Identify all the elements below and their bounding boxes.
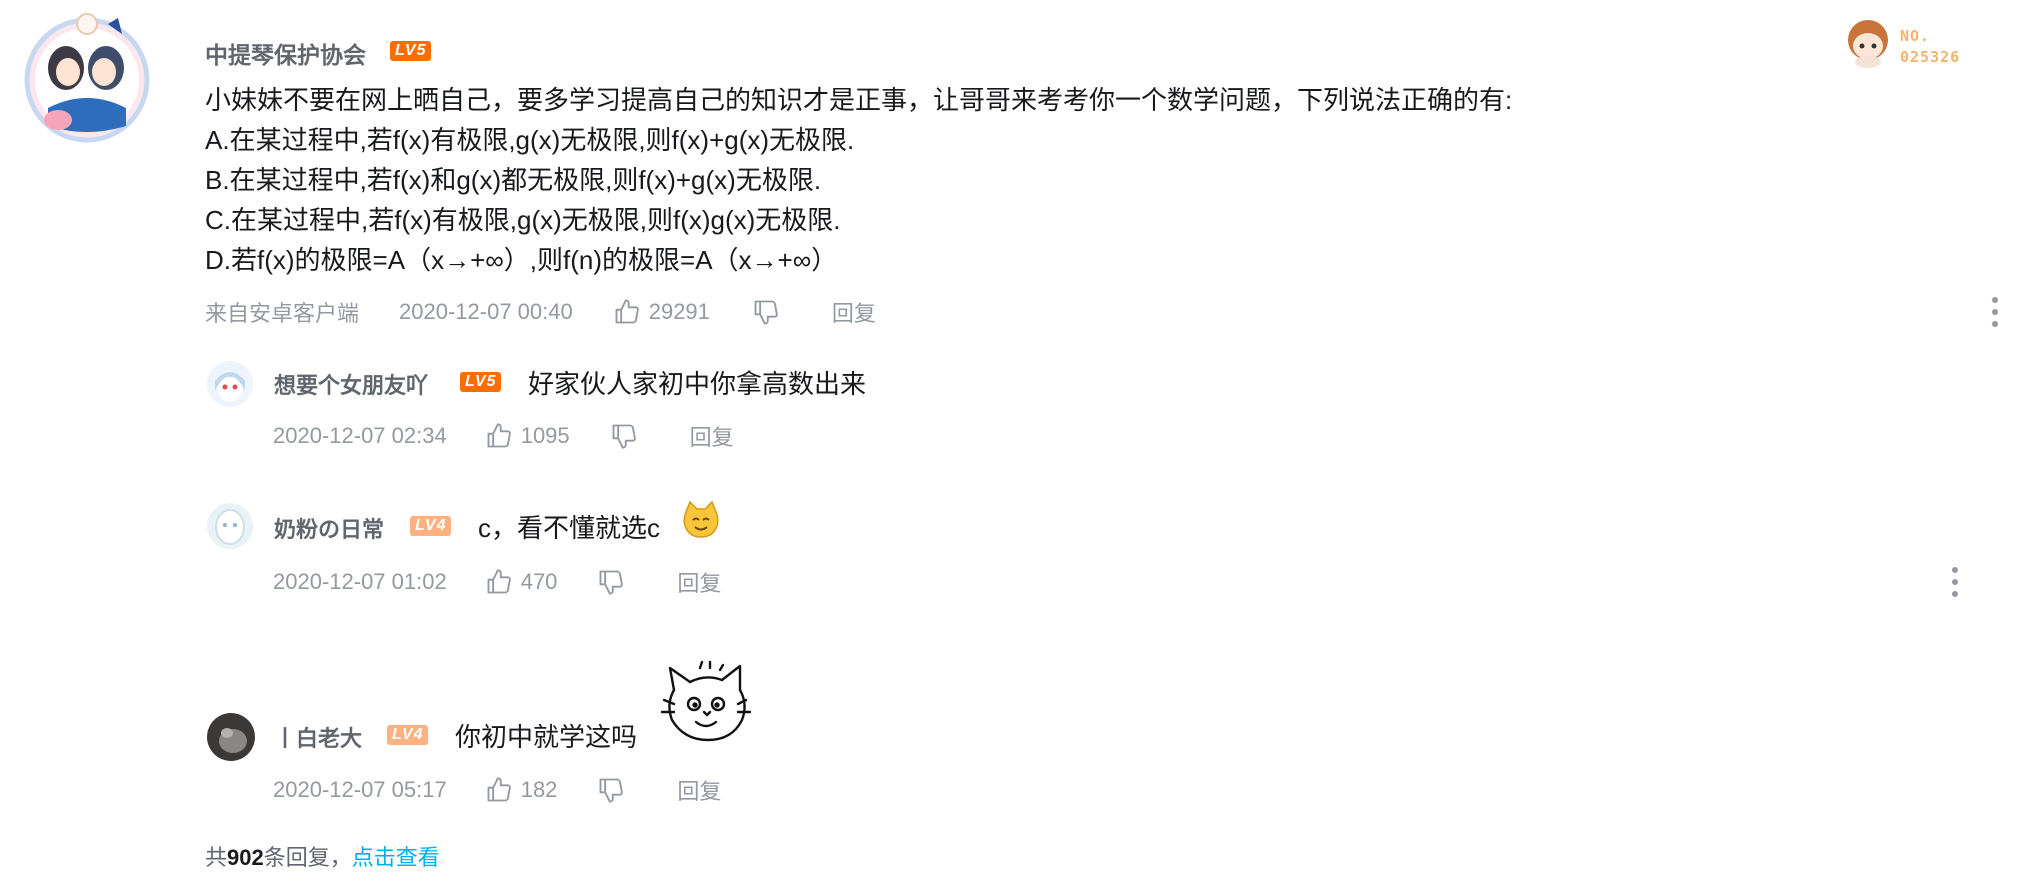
reply-username[interactable]: 奶粉の日常 bbox=[274, 512, 384, 544]
like-button[interactable]: 1095 bbox=[485, 422, 570, 450]
reply-username[interactable]: 想要个女朋友吖 bbox=[274, 368, 428, 400]
like-count: 1095 bbox=[520, 423, 570, 448]
timestamp: 2020-12-07 00:40 bbox=[399, 299, 573, 324]
reply-user-avatar[interactable] bbox=[207, 503, 253, 549]
thumb-down-icon bbox=[599, 570, 624, 595]
like-count: 182 bbox=[520, 777, 558, 802]
dislike-button[interactable] bbox=[597, 776, 625, 804]
more-options-icon[interactable] bbox=[1991, 296, 1999, 328]
thumb-up-icon bbox=[615, 299, 639, 324]
thumb-down-icon bbox=[754, 300, 778, 325]
content-line: 小妹妹不要在网上晒自己，要多学习提高自己的知识才是正事，让哥哥来考考你一个数学问… bbox=[205, 85, 1513, 115]
main-comment-content: 小妹妹不要在网上晒自己，要多学习提高自己的知识才是正事，让哥哥来考考你一个数学问… bbox=[205, 80, 1512, 280]
like-button[interactable]: 470 bbox=[485, 568, 558, 596]
content-line: C.在某过程中,若f(x)有极限,g(x)无极限,则f(x)g(x)无极限. bbox=[205, 205, 841, 235]
cat-emoji-icon bbox=[683, 500, 719, 538]
reply-button[interactable]: 回复 bbox=[677, 774, 721, 806]
reply-user-avatar[interactable] bbox=[207, 361, 253, 407]
doodle-cat-sticker bbox=[660, 660, 752, 742]
reply-username[interactable]: 丨白老大 bbox=[274, 721, 362, 753]
content-line: A.在某过程中,若f(x)有极限,g(x)无极限,则f(x)+g(x)无极限. bbox=[205, 125, 855, 155]
view-all-replies-link[interactable]: 点击查看 bbox=[352, 845, 440, 870]
reply-button[interactable]: 回复 bbox=[677, 566, 721, 598]
dislike-button[interactable] bbox=[610, 422, 638, 450]
badge-number: 025326 bbox=[1900, 48, 1961, 66]
thumb-up-icon bbox=[487, 423, 511, 448]
thumb-up-icon bbox=[487, 569, 511, 594]
thumb-down-icon bbox=[599, 778, 624, 803]
reply-meta-row: 2020-12-07 02:34 1095 回复 bbox=[273, 420, 734, 452]
main-username[interactable]: 中提琴保护协会 bbox=[205, 36, 366, 70]
dislike-button[interactable] bbox=[752, 298, 780, 326]
like-count: 470 bbox=[520, 569, 558, 594]
thumb-up-icon bbox=[487, 777, 511, 802]
reply-count-footer: 共902条回复，点击查看 bbox=[205, 840, 440, 872]
timestamp: 2020-12-07 05:17 bbox=[273, 777, 447, 802]
main-level-badge: LV5 bbox=[390, 41, 432, 61]
reply-meta-row: 2020-12-07 01:02 470 回复 bbox=[273, 566, 721, 598]
main-meta-row: 来自安卓客户端 2020-12-07 00:40 29291 回复 bbox=[205, 296, 876, 328]
reply-user-avatar[interactable] bbox=[207, 713, 255, 761]
reply-content: 好家伙人家初中你拿高数出来 bbox=[528, 369, 867, 399]
reply-level-badge: LV4 bbox=[387, 725, 429, 745]
reply-level-badge: LV5 bbox=[460, 372, 502, 392]
fan-number-badge: NO. 025326 bbox=[1838, 12, 2008, 70]
reply-content: 你初中就学这吗 bbox=[455, 722, 638, 752]
thumb-down-icon bbox=[612, 424, 636, 449]
footer-prefix: 共 bbox=[205, 845, 228, 870]
badge-character-icon bbox=[1848, 20, 1888, 68]
like-button[interactable]: 182 bbox=[485, 776, 558, 804]
like-count: 29291 bbox=[648, 299, 710, 324]
content-line: B.在某过程中,若f(x)和g(x)都无极限,则f(x)+g(x)无极限. bbox=[205, 165, 822, 195]
reply-button[interactable]: 回复 bbox=[832, 296, 876, 328]
timestamp: 2020-12-07 02:34 bbox=[273, 423, 447, 448]
timestamp: 2020-12-07 01:02 bbox=[273, 569, 447, 594]
badge-no-label: NO. bbox=[1900, 27, 1931, 45]
content-line: D.若f(x)的极限=A（x→+∞）,则f(n)的极限=A（x→+∞） bbox=[205, 245, 838, 275]
footer-suffix: 条回复， bbox=[263, 845, 352, 870]
dislike-button[interactable] bbox=[597, 568, 625, 596]
like-button[interactable]: 29291 bbox=[613, 298, 710, 326]
reply-content: c，看不懂就选c bbox=[478, 513, 661, 543]
reply-total-count: 902 bbox=[227, 845, 264, 870]
reply-level-badge: LV4 bbox=[410, 516, 452, 536]
more-options-icon[interactable] bbox=[1951, 566, 1959, 598]
reply-button[interactable]: 回复 bbox=[690, 420, 734, 452]
source-label: 来自安卓客户端 bbox=[205, 301, 360, 326]
reply-meta-row: 2020-12-07 05:17 182 回复 bbox=[273, 774, 721, 806]
main-user-avatar[interactable] bbox=[18, 8, 156, 146]
